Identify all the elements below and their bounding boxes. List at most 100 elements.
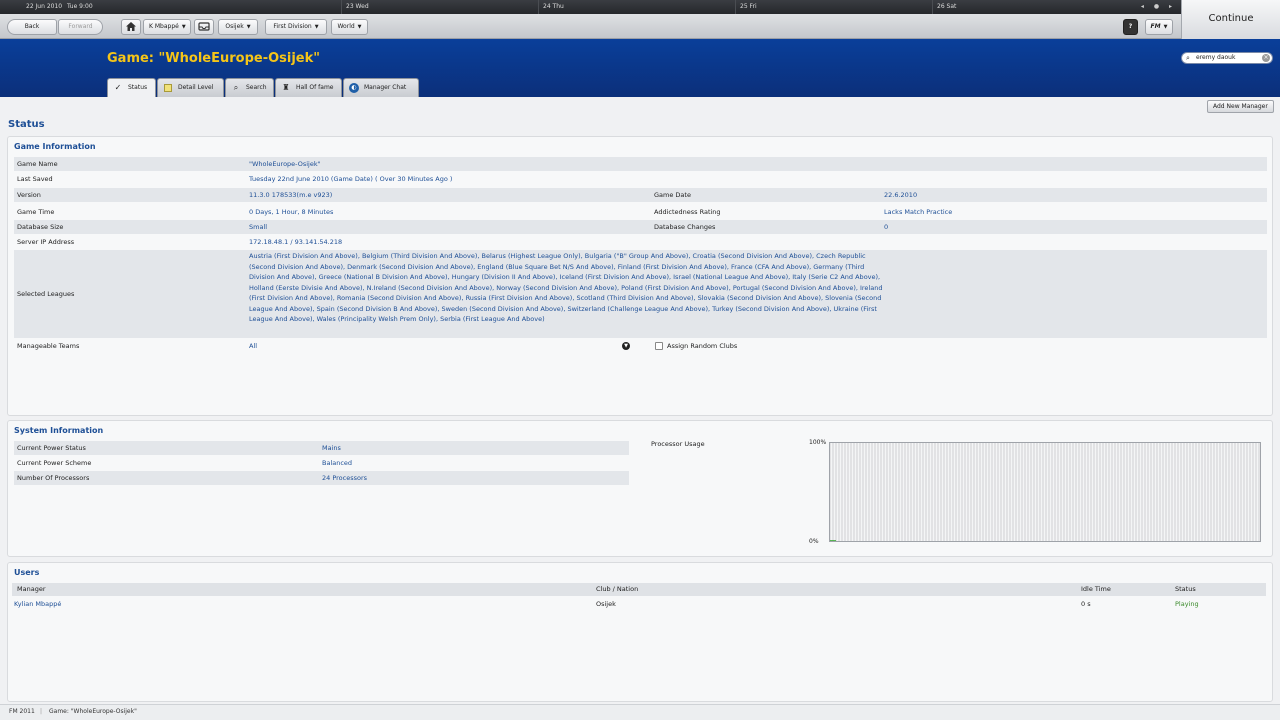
info-row: Number Of Processors 24 Processors bbox=[14, 471, 629, 485]
status-cell: Playing bbox=[1175, 600, 1199, 608]
calendar-nav[interactable]: ◂ ● ▸ bbox=[1141, 0, 1176, 14]
add-new-manager-button[interactable]: Add New Manager bbox=[1207, 100, 1274, 113]
status-divider: | bbox=[40, 708, 43, 715]
selected-leagues-label: Selected Leagues bbox=[17, 290, 75, 298]
club-dropdown[interactable]: Osijek ▼ bbox=[218, 19, 258, 35]
check-icon: ✓ bbox=[114, 83, 122, 92]
calendar-day[interactable]: 23 Wed bbox=[341, 0, 538, 14]
system-information-heading: System Information bbox=[14, 426, 104, 435]
info-row: Server IP Address 172.18.48.1 / 93.141.5… bbox=[14, 235, 1267, 249]
manager-dropdown-label: K Mbappé bbox=[149, 23, 179, 30]
info-row: Current Power Scheme Balanced bbox=[14, 456, 629, 470]
tab-search[interactable]: ⌕ Search bbox=[225, 78, 274, 97]
world-dropdown[interactable]: World ▼ bbox=[331, 19, 368, 35]
fm-menu-label: FM bbox=[1150, 23, 1161, 30]
processor-usage-label: Processor Usage bbox=[651, 440, 705, 448]
calendar-current-day[interactable]: 22 Jun 2010 Tue 9:00 bbox=[22, 0, 142, 14]
server-ip-value: 172.18.48.1 / 93.141.54.218 bbox=[249, 238, 343, 246]
calendar-current-date: 22 Jun 2010 bbox=[26, 3, 63, 10]
current-game: Game: "WholeEurope-Osijek" bbox=[49, 708, 137, 715]
back-button[interactable]: Back bbox=[7, 19, 57, 35]
home-button[interactable] bbox=[121, 19, 141, 35]
world-dropdown-label: World bbox=[337, 23, 355, 30]
info-row: Game Time 0 Days, 1 Hour, 8 Minutes Addi… bbox=[14, 205, 1267, 219]
tab-hall-of-fame[interactable]: ♜ Hall Of fame bbox=[275, 78, 342, 97]
game-name-value: "WholeEurope-Osijek" bbox=[249, 160, 321, 168]
table-row[interactable]: Kylian Mbappé Osijek 0 s Playing bbox=[12, 598, 1266, 611]
tab-status[interactable]: ✓ Status bbox=[107, 78, 156, 97]
chevron-down-icon: ▼ bbox=[1163, 24, 1168, 30]
search-icon: ⌕ bbox=[1186, 54, 1190, 62]
users-table-header: Manager Club / Nation Idle Time Status bbox=[12, 583, 1266, 596]
chevron-down-icon: ▼ bbox=[314, 24, 319, 30]
column-header-idle-time[interactable]: Idle Time bbox=[1081, 583, 1111, 596]
chart-y-min-label: 0% bbox=[809, 538, 819, 545]
tab-label: Hall Of fame bbox=[296, 84, 334, 91]
search-input[interactable]: ⌕ eremy daouk × bbox=[1181, 52, 1273, 64]
idle-time-cell: 0 s bbox=[1081, 600, 1091, 608]
clear-search-icon[interactable]: × bbox=[1262, 54, 1270, 62]
manageable-teams-label: Manageable Teams bbox=[17, 342, 80, 350]
forward-button[interactable]: Forward bbox=[58, 19, 103, 35]
power-scheme-value: Balanced bbox=[322, 459, 353, 467]
info-row: Last Saved Tuesday 22nd June 2010 (Game … bbox=[14, 172, 1267, 186]
selected-leagues-value: Austria (First Division And Above), Belg… bbox=[249, 252, 883, 323]
column-header-status[interactable]: Status bbox=[1175, 583, 1196, 596]
info-row: Selected Leagues Austria (First Division… bbox=[14, 250, 1267, 338]
database-changes-value: 0 bbox=[884, 223, 889, 231]
column-header-manager[interactable]: Manager bbox=[17, 583, 46, 596]
info-row: Game Name "WholeEurope-Osijek" bbox=[14, 157, 1267, 171]
tab-detail-level[interactable]: Detail Level bbox=[157, 78, 224, 97]
tab-manager-chat[interactable]: ◐ Manager Chat bbox=[343, 78, 419, 97]
assign-random-clubs-checkbox[interactable] bbox=[655, 342, 663, 350]
game-name-label: Game Name bbox=[17, 160, 58, 168]
continue-button[interactable]: Continue bbox=[1181, 0, 1280, 39]
section-title: Status bbox=[8, 119, 45, 130]
manageable-teams-value[interactable]: All bbox=[249, 339, 257, 353]
chevron-down-icon: ▼ bbox=[246, 24, 251, 30]
trophy-icon: ♜ bbox=[282, 83, 290, 92]
info-row: Database Size Small Database Changes 0 bbox=[14, 220, 1267, 234]
info-row: Current Power Status Mains bbox=[14, 441, 629, 455]
power-status-value: Mains bbox=[322, 444, 341, 452]
calendar-current-time: Tue 9:00 bbox=[67, 3, 93, 10]
processors-label: Number Of Processors bbox=[17, 474, 90, 482]
database-changes-label: Database Changes bbox=[654, 223, 716, 231]
calendar-day[interactable]: 24 Thu bbox=[538, 0, 735, 14]
manageable-teams-dropdown-icon[interactable]: ▼ bbox=[622, 342, 630, 350]
power-scheme-label: Current Power Scheme bbox=[17, 459, 92, 467]
inbox-icon bbox=[198, 22, 210, 31]
game-information-panel: Game Information Game Name "WholeEurope-… bbox=[7, 136, 1273, 416]
users-heading: Users bbox=[14, 568, 40, 577]
game-time-label: Game Time bbox=[17, 208, 55, 216]
calendar-day[interactable]: 26 Sat bbox=[932, 0, 1122, 14]
info-row: Version 11.3.0 178533(m.e v923) Game Dat… bbox=[14, 188, 1267, 202]
help-button[interactable]: ? bbox=[1123, 19, 1138, 35]
inbox-button[interactable] bbox=[194, 19, 214, 35]
addictedness-value: Lacks Match Practice bbox=[884, 208, 953, 216]
search-icon: ⌕ bbox=[233, 83, 239, 92]
power-status-label: Current Power Status bbox=[17, 444, 86, 452]
tab-label: Status bbox=[128, 84, 148, 91]
database-size-label: Database Size bbox=[17, 223, 64, 231]
division-dropdown-label: First Division bbox=[273, 23, 312, 30]
manager-link[interactable]: Kylian Mbappé bbox=[14, 598, 61, 611]
info-row: Manageable Teams All ▼ Assign Random Clu… bbox=[14, 339, 1267, 353]
column-header-club[interactable]: Club / Nation bbox=[596, 583, 638, 596]
last-saved-value: Tuesday 22nd June 2010 (Game Date) ( Ove… bbox=[249, 175, 453, 183]
assign-random-clubs-label: Assign Random Clubs bbox=[667, 342, 738, 350]
calendar-bar: 22 Jun 2010 Tue 9:00 23 Wed 24 Thu 25 Fr… bbox=[0, 0, 1280, 14]
manager-dropdown[interactable]: K Mbappé ▼ bbox=[143, 19, 191, 35]
page-title: Game: "WholeEurope-Osijek" bbox=[107, 51, 321, 66]
calendar-day[interactable]: 25 Fri bbox=[735, 0, 932, 14]
search-input-value: eremy daouk bbox=[1196, 54, 1236, 61]
club-dropdown-label: Osijek bbox=[225, 23, 244, 30]
chevron-down-icon: ▼ bbox=[357, 24, 362, 30]
fm-menu-button[interactable]: FM ▼ bbox=[1145, 19, 1173, 35]
toolbar: Back Forward K Mbappé ▼ Osijek ▼ First Div… bbox=[0, 14, 1280, 39]
club-cell: Osijek bbox=[596, 600, 616, 608]
tab-label: Manager Chat bbox=[364, 84, 407, 91]
last-saved-label: Last Saved bbox=[17, 175, 53, 183]
game-information-heading: Game Information bbox=[14, 142, 96, 151]
division-dropdown[interactable]: First Division ▼ bbox=[265, 19, 327, 35]
